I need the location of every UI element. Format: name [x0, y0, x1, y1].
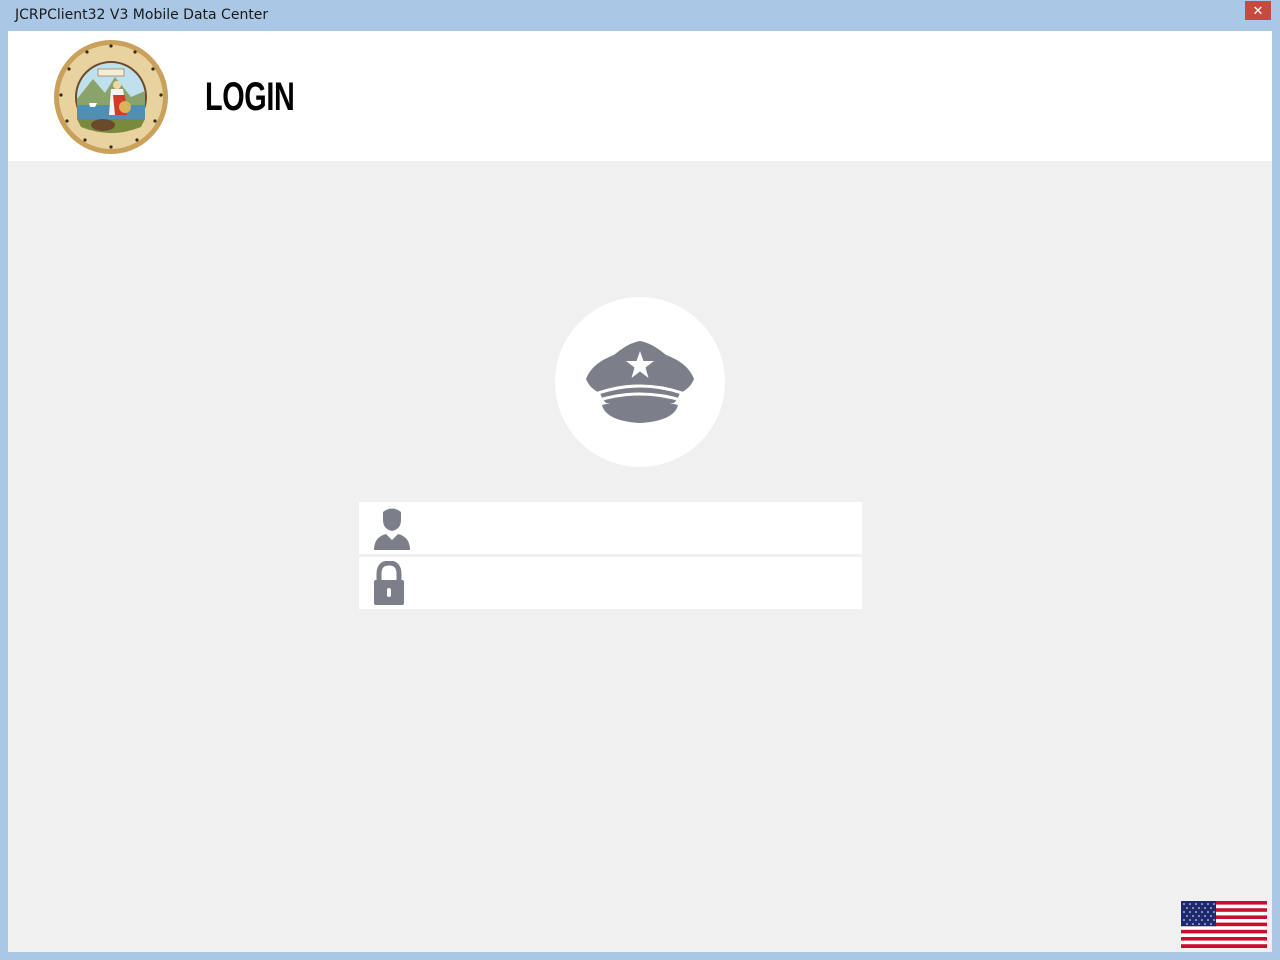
police-cap-icon [586, 341, 694, 423]
user-icon [374, 508, 410, 550]
page-title: LOGIN [205, 75, 295, 119]
state-seal-logo [54, 40, 168, 154]
officer-avatar [555, 297, 725, 467]
close-icon: ✕ [1252, 3, 1264, 18]
username-input[interactable] [421, 510, 855, 546]
close-button[interactable]: ✕ [1245, 1, 1271, 20]
header-bar: LOGIN [8, 31, 1272, 161]
password-input[interactable] [421, 565, 855, 601]
lock-icon [374, 561, 404, 605]
app-content: LOGIN [8, 31, 1272, 952]
us-flag-icon[interactable] [1181, 901, 1267, 948]
window-title: JCRPClient32 V3 Mobile Data Center [15, 7, 269, 23]
password-field[interactable] [359, 557, 862, 609]
username-field[interactable] [359, 502, 862, 554]
window-titlebar: JCRPClient32 V3 Mobile Data Center ✕ [0, 0, 1280, 31]
